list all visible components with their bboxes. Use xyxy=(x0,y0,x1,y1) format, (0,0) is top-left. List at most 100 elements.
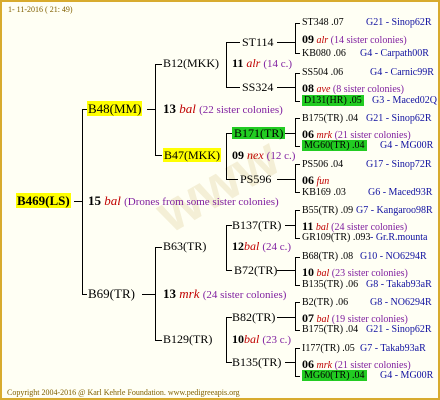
node-ps596-label[interactable]: PS596 xyxy=(240,173,271,185)
connector xyxy=(295,164,296,192)
leaf-count-line: 08 ave (8 sister colonies) xyxy=(302,82,404,95)
leaf-id: PS506 .04 xyxy=(302,159,344,170)
node-b63-info: 12bal (24 c.) xyxy=(232,240,291,253)
leaf-queen-line[interactable]: PS506 .04 G17 - Sinop72R xyxy=(302,159,432,170)
leaf-id: ST348 .07 xyxy=(302,17,344,28)
leaf-count: 11 xyxy=(302,219,314,233)
connector xyxy=(277,270,295,271)
connector xyxy=(295,164,300,165)
leaf-gen: alr xyxy=(316,35,329,46)
leaf-id: B68(TR) .08 xyxy=(302,251,354,262)
connector xyxy=(295,330,300,331)
root-gen: bal xyxy=(104,193,121,208)
leaf-desc: (23 sister colonies) xyxy=(331,268,408,279)
b69-desc: (24 sister colonies) xyxy=(202,289,287,301)
b47-count: 09 xyxy=(232,148,244,162)
leaf-queen-line[interactable]: SS504 .06 G4 - Carnic99R xyxy=(302,68,434,78)
connector xyxy=(226,225,227,270)
leaf-queen-line[interactable]: B2(TR) .06 G8 - NO6294R xyxy=(302,298,432,308)
leaf-count-line: 06 fun xyxy=(302,174,329,187)
leaf-drone-line[interactable]: B175(TR) .04 G21 - Sinop62R xyxy=(302,325,432,335)
root-desc: (Drones from some sister colonies) xyxy=(124,196,279,208)
b129-desc: (23 c.) xyxy=(262,334,292,346)
b12-count: 11 xyxy=(232,56,244,70)
leaf-id: B175(TR) .04 xyxy=(302,113,359,124)
leaf-link: G10 - NO6294R xyxy=(360,251,427,262)
connector xyxy=(226,87,240,88)
leaf-count: 09 xyxy=(302,32,314,46)
b63-desc: (24 c.) xyxy=(262,241,292,253)
leaf-drone-line[interactable]: KB169 .03 G6 - Maced93R xyxy=(302,188,432,198)
connector xyxy=(295,53,300,54)
leaf-count: 06 xyxy=(302,127,314,141)
connector xyxy=(295,192,300,193)
leaf-queen-line[interactable]: B55(TR) .09 G7 - Kangaroo98R xyxy=(302,206,433,216)
node-b135-label[interactable]: B135(TR) xyxy=(232,356,281,368)
node-ss324-label[interactable]: SS324 xyxy=(242,81,273,93)
connector xyxy=(295,257,296,285)
leaf-drone-line[interactable]: B135(TR) .06 G8 - Takab93aR xyxy=(302,279,432,290)
leaf-count: 06 xyxy=(302,173,314,187)
node-b129-info: 10bal (23 c.) xyxy=(232,333,291,346)
b48-desc: (22 sister colonies) xyxy=(199,104,283,116)
b63-count: 12 xyxy=(232,239,244,253)
connector xyxy=(285,133,295,134)
node-b47-label[interactable]: B47(MKK) xyxy=(163,148,221,162)
connector xyxy=(295,23,296,53)
root-node-label[interactable]: B469(LS) xyxy=(16,193,71,208)
leaf-link: G17 - Sinop72R xyxy=(366,159,432,170)
leaf-link: G4 - Carnic99R xyxy=(370,67,434,78)
leaf-queen-line[interactable]: I177(TR) .05 G7 - Takab93aR xyxy=(302,343,426,354)
leaf-desc: (8 sister colonies) xyxy=(332,84,404,95)
leaf-link: G21 - Sinop62R xyxy=(366,113,432,124)
leaf-queen-line[interactable]: B175(TR) .04 G21 - Sinop62R xyxy=(302,113,432,124)
leaf-id: D131(HR) .05 xyxy=(302,95,364,106)
leaf-drone-line[interactable]: MG60(TR) .04 G4 - MG00R xyxy=(302,140,433,151)
node-b48-label[interactable]: B48(MM) xyxy=(87,101,143,116)
node-b129-label[interactable]: B129(TR) xyxy=(163,333,212,345)
leaf-id: B135(TR) .06 xyxy=(302,279,359,290)
node-b69-label[interactable]: B69(TR) xyxy=(88,287,135,300)
b63-gen: bal xyxy=(244,239,260,253)
b47-gen: nex xyxy=(247,148,264,162)
connector xyxy=(226,317,227,362)
leaf-queen-line[interactable]: ST348 .07 G21 - Sinop62R xyxy=(302,17,432,28)
connector xyxy=(295,376,300,377)
connector xyxy=(226,179,238,180)
connector xyxy=(295,302,296,330)
root-count: 15 xyxy=(88,193,101,208)
connector xyxy=(155,247,162,248)
leaf-id: GR109(TR) .093 xyxy=(302,232,371,243)
connector xyxy=(277,42,295,43)
leaf-count-line: 09 alr (14 sister colonies) xyxy=(302,33,407,46)
leaf-id: I177(TR) .05 xyxy=(302,343,355,354)
node-b171-label[interactable]: B171(TR) xyxy=(232,127,286,139)
node-b82-label[interactable]: B82(TR) xyxy=(232,311,275,323)
b48-gen: bal xyxy=(179,101,196,116)
connector xyxy=(285,225,295,226)
b69-gen: mrk xyxy=(179,286,200,301)
node-b63-label[interactable]: B63(TR) xyxy=(163,240,206,252)
leaf-id: MG60(TR) .04 xyxy=(302,370,367,381)
connector xyxy=(226,42,227,87)
leaf-drone-line[interactable]: KB080 .06 G4 - Carpath00R xyxy=(302,49,429,59)
leaf-drone-line[interactable]: GR109(TR) .093- Gr.R.mounta xyxy=(302,232,428,243)
connector xyxy=(295,210,300,211)
node-b69-info: 13 mrk (24 sister colonies) xyxy=(163,287,286,301)
leaf-link: G4 - MG00R xyxy=(380,370,434,381)
node-b137-label[interactable]: B137(TR) xyxy=(232,219,281,231)
leaf-count: 07 xyxy=(302,311,314,325)
leaf-drone-line[interactable]: D131(HR) .05 G3 - Maced02Q xyxy=(302,95,437,106)
node-st114-label[interactable]: ST114 xyxy=(242,36,274,48)
connector xyxy=(295,257,300,258)
pedigree-chart: www 1- 11-2016 ( 21: 49) Copyright 2004-… xyxy=(0,0,440,400)
b12-gen: alr xyxy=(246,56,261,70)
leaf-link: G6 - Maced93R xyxy=(368,187,433,198)
node-b12-label[interactable]: B12(MKK) xyxy=(163,57,219,69)
b129-gen: bal xyxy=(244,332,260,346)
connector xyxy=(155,340,162,341)
node-b72-label[interactable]: B72(TR) xyxy=(234,264,277,276)
leaf-drone-line[interactable]: MG60(TR) .04 G4 - MG00R xyxy=(302,370,433,381)
connector xyxy=(147,109,155,110)
leaf-queen-line[interactable]: B68(TR) .08 G10 - NO6294R xyxy=(302,251,427,262)
